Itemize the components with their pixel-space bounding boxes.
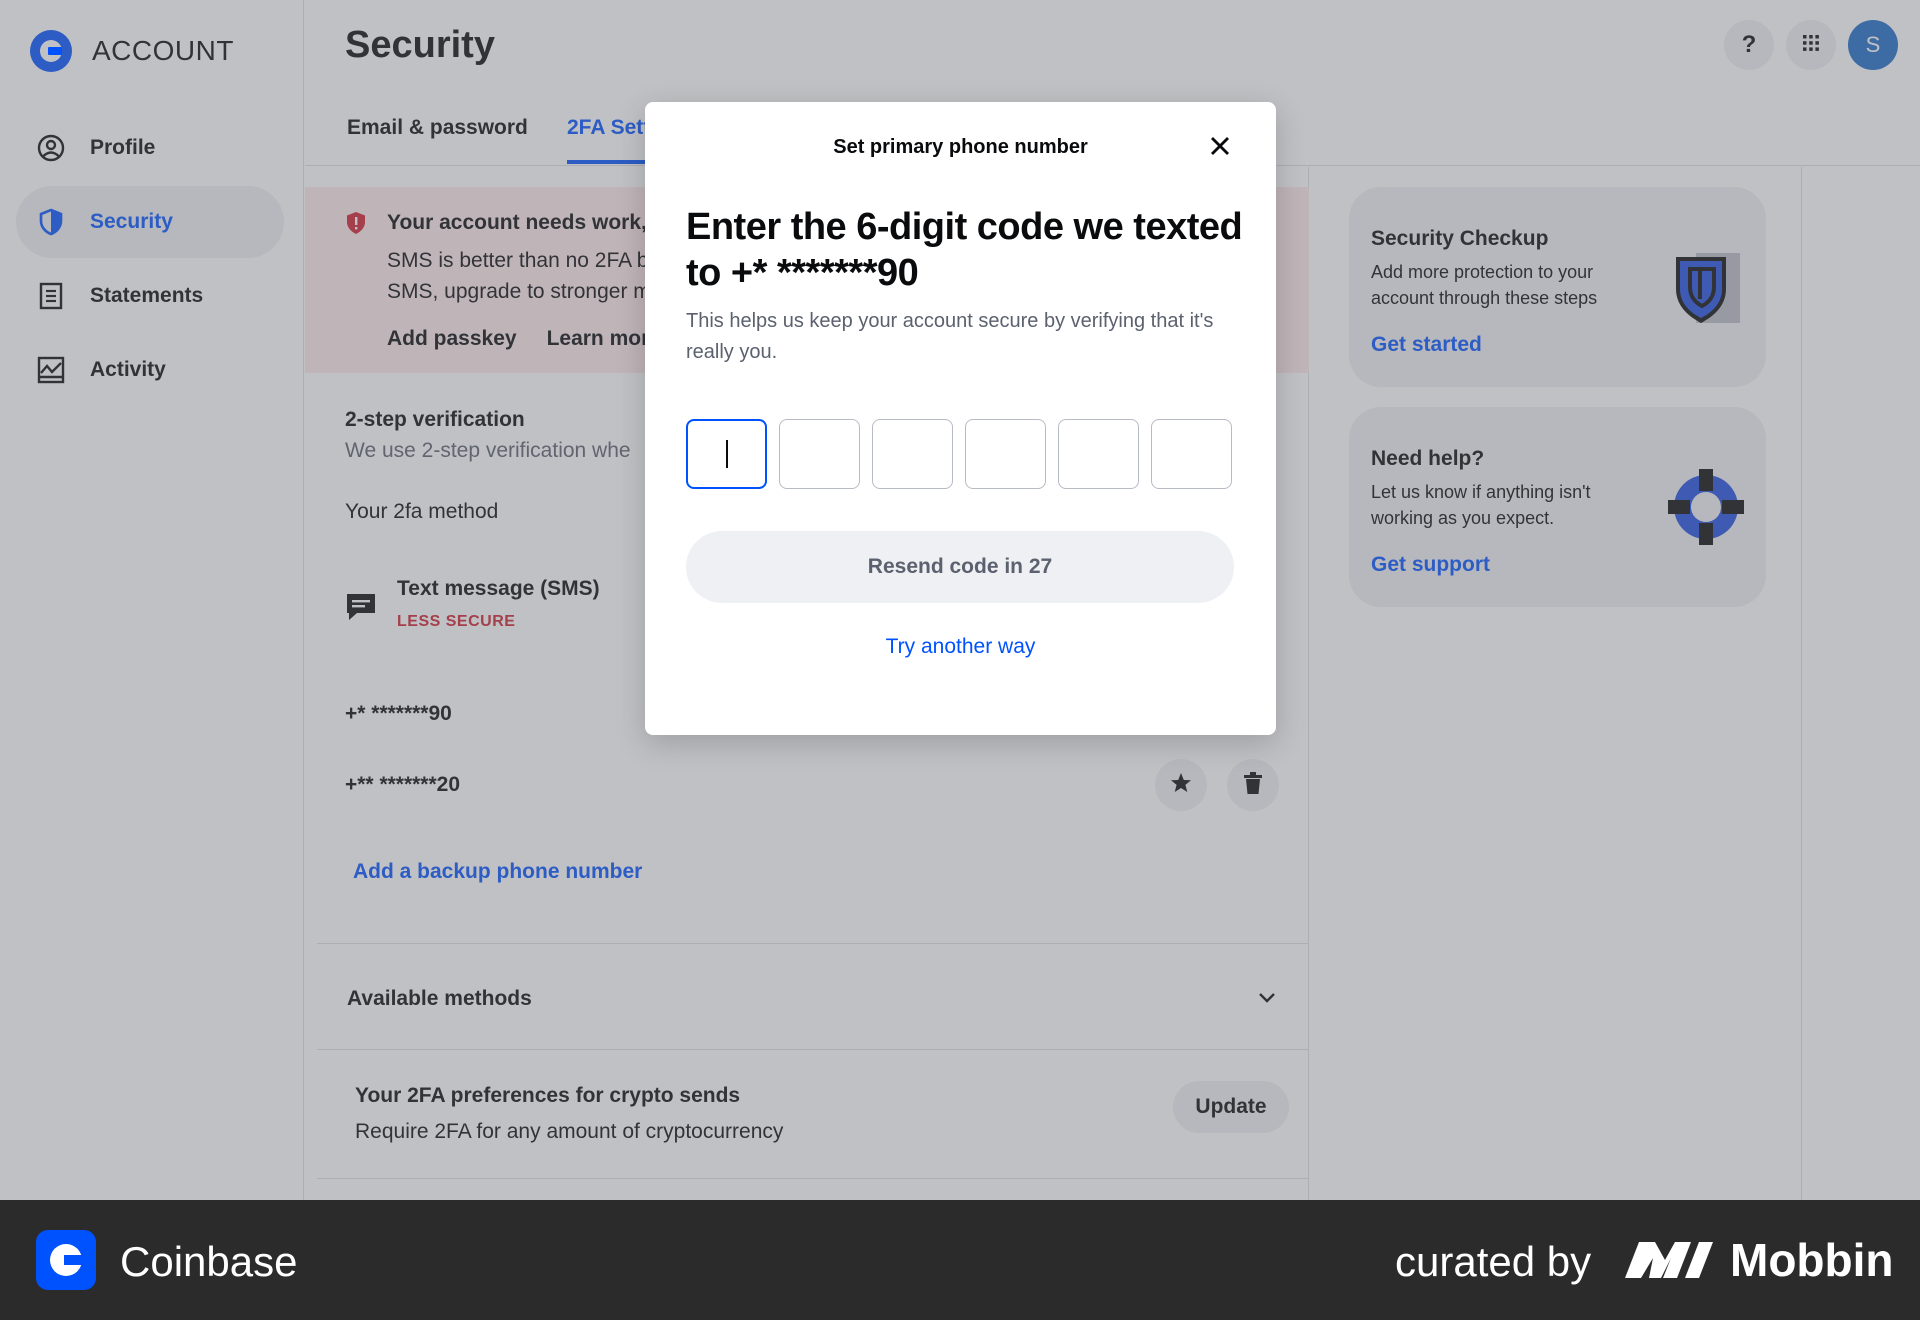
otp-input-group: [686, 419, 1232, 489]
resend-code-button[interactable]: Resend code in 27: [686, 531, 1234, 603]
otp-digit-input[interactable]: [686, 419, 767, 489]
mobbin-wordmark: Mobbin: [1730, 1234, 1894, 1286]
modal-heading: Enter the 6-digit code we texted to +* *…: [686, 206, 1243, 294]
otp-digit-input[interactable]: [1151, 419, 1232, 489]
mobbin-logo-icon: [1625, 1238, 1715, 1280]
otp-digit-input[interactable]: [779, 419, 860, 489]
close-icon: [1209, 135, 1231, 162]
set-phone-modal: Set primary phone number Enter the 6-dig…: [645, 102, 1276, 735]
otp-digit-input[interactable]: [1058, 419, 1139, 489]
close-button[interactable]: [1204, 132, 1236, 164]
otp-digit-input[interactable]: [872, 419, 953, 489]
curated-by-label: curated by: [1395, 1238, 1592, 1285]
footer-app-name: Coinbase: [120, 1238, 298, 1285]
app-shell: ACCOUNT Profile Security Statements Acti…: [0, 0, 1920, 1200]
coinbase-app-icon: [36, 1230, 96, 1290]
text-caret: [725, 440, 728, 468]
modal-title: Set primary phone number: [833, 136, 1088, 158]
attribution-footer: Coinbase curated by Mobbin: [0, 1200, 1920, 1320]
otp-digit-input[interactable]: [965, 419, 1046, 489]
modal-description: This helps us keep your account secure b…: [686, 310, 1214, 363]
try-another-way-link[interactable]: Try another way: [645, 635, 1276, 659]
